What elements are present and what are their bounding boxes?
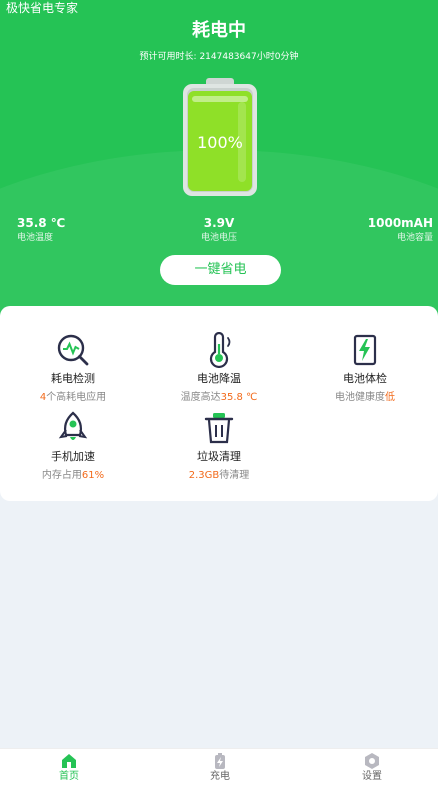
feature-name: 电池降温 <box>197 372 241 385</box>
rocket-icon <box>58 411 88 440</box>
trash-icon <box>204 413 234 444</box>
feature-desc-text: 温度高达 <box>180 392 221 403</box>
feature-desc: 温度高达35.8 ℃ <box>146 392 292 404</box>
charging-icon <box>215 753 225 769</box>
stat-temperature: 35.8 ℃ 电池温度 <box>17 215 65 245</box>
feature-desc: 内存占用61% <box>0 470 146 482</box>
battery-bolt-icon <box>353 334 377 366</box>
estimated-time-label: 预计可用时长: <box>139 52 200 62</box>
feature-battery-cooling[interactable]: 电池降温 温度高达35.8 ℃ <box>146 332 292 404</box>
feature-name: 电池体检 <box>343 372 387 385</box>
tab-settings[interactable]: 设置 <box>342 752 402 784</box>
hero-panel: 极快省电专家 耗电中 预计可用时长: 2147483647小时0分钟 100% … <box>0 0 438 320</box>
stat-voltage: 3.9V 电池电压 <box>169 215 269 245</box>
tab-home[interactable]: 首页 <box>39 752 99 784</box>
home-icon <box>62 754 76 768</box>
magnifier-pulse-icon <box>57 334 89 366</box>
tab-charging[interactable]: 充电 <box>190 752 250 784</box>
feature-power-check[interactable]: 耗电检测 4个高耗电应用 <box>0 332 146 404</box>
estimated-time-value: 2147483647小时0分钟 <box>199 52 299 62</box>
estimated-time: 预计可用时长: 2147483647小时0分钟 <box>0 49 438 62</box>
feature-desc: 4个高耗电应用 <box>0 392 146 404</box>
feature-desc-text: 内存占用 <box>41 470 82 481</box>
tab-label: 设置 <box>362 771 382 782</box>
tab-label: 首页 <box>59 771 79 782</box>
temperature-label: 电池温度 <box>17 233 54 243</box>
battery-graphic: 100% <box>182 76 258 198</box>
feature-battery-health[interactable]: 电池体检 电池健康度低 <box>292 332 438 404</box>
feature-desc-highlight: 61% <box>81 470 105 481</box>
capacity-value: 1000mAH <box>367 216 433 230</box>
feature-name: 手机加速 <box>51 450 95 463</box>
feature-desc-text: 待清理 <box>219 470 250 481</box>
settings-icon <box>365 753 379 769</box>
thermometer-icon <box>209 332 231 368</box>
feature-desc-highlight: 35.8 ℃ <box>220 392 258 403</box>
feature-desc-highlight: 低 <box>385 392 395 403</box>
capacity-label: 电池容量 <box>396 233 433 243</box>
voltage-label: 电池电压 <box>200 233 237 243</box>
feature-name: 耗电检测 <box>51 372 95 385</box>
stat-capacity: 1000mAH 电池容量 <box>368 215 433 245</box>
app-name: 极快省电专家 <box>6 1 79 15</box>
feature-desc-text: 个高耗电应用 <box>46 392 107 403</box>
feature-desc-highlight: 2.3GB <box>188 470 220 481</box>
voltage-value: 3.9V <box>203 216 235 230</box>
feature-name: 垃圾清理 <box>197 450 241 463</box>
feature-desc: 2.3GB待清理 <box>146 470 292 482</box>
feature-desc-text: 电池健康度 <box>335 392 385 403</box>
features-card: 耗电检测 4个高耗电应用 电池降温 温度高达35.8 ℃ 电池体检 电池健康度低… <box>0 306 438 501</box>
feature-junk-clean[interactable]: 垃圾清理 2.3GB待清理 <box>146 410 292 482</box>
bottom-tab-bar: 首页 充电 设置 <box>0 748 438 787</box>
one-key-save-button[interactable]: 一键省电 <box>160 255 281 285</box>
feature-desc: 电池健康度低 <box>292 392 438 404</box>
tab-label: 充电 <box>210 771 230 782</box>
battery-percent: 100% <box>197 133 243 152</box>
status-title: 耗电中 <box>192 20 246 41</box>
feature-phone-boost[interactable]: 手机加速 内存占用61% <box>0 410 146 482</box>
temperature-value: 35.8 ℃ <box>17 216 66 230</box>
